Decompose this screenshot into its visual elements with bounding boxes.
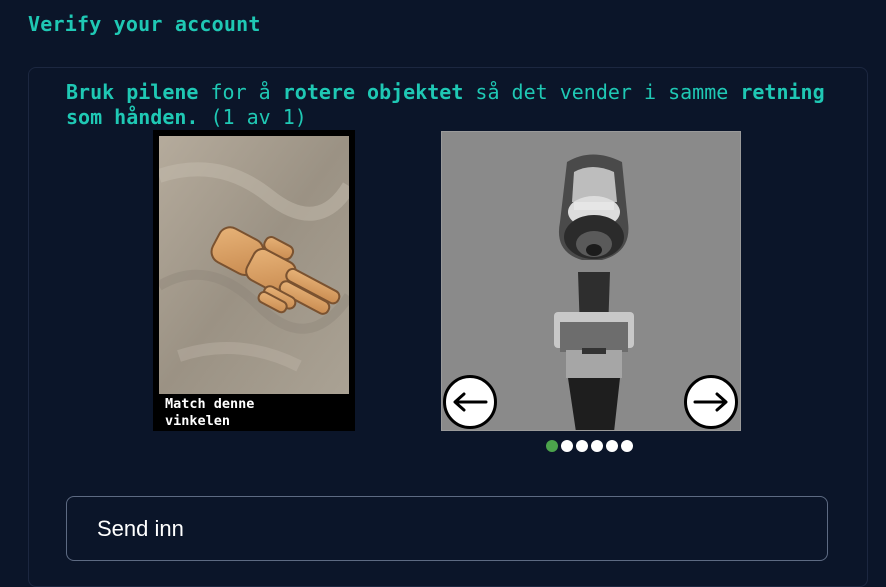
captcha-instructions: Bruk pilene for å rotere objektet så det… [66,80,826,130]
wooden-hand-icon [159,136,349,394]
rotate-left-button[interactable] [443,375,497,429]
reference-panel: Match denne vinkelen [153,130,355,431]
progress-dot [546,440,558,452]
progress-dot [591,440,603,452]
progress-dot [576,440,588,452]
reference-caption: Match denne vinkelen [165,396,255,429]
arrow-left-icon [453,392,488,412]
instruction-text-2: for å [198,80,283,104]
arrow-right-icon [693,392,728,412]
instruction-text-4: så det vender i samme [463,80,741,104]
rotation-progress-dots [546,440,633,452]
reference-image [159,136,349,394]
instruction-bold-3: rotere objektet [282,80,464,104]
progress-dot [621,440,633,452]
progress-dot [561,440,573,452]
submit-button[interactable]: Send inn [66,496,828,561]
instruction-bold-1: Bruk pilene [66,80,199,104]
page-title: Verify your account [28,12,261,36]
progress-dot [606,440,618,452]
instruction-progress: (1 av 1) [198,105,307,129]
rotate-right-button[interactable] [684,375,738,429]
